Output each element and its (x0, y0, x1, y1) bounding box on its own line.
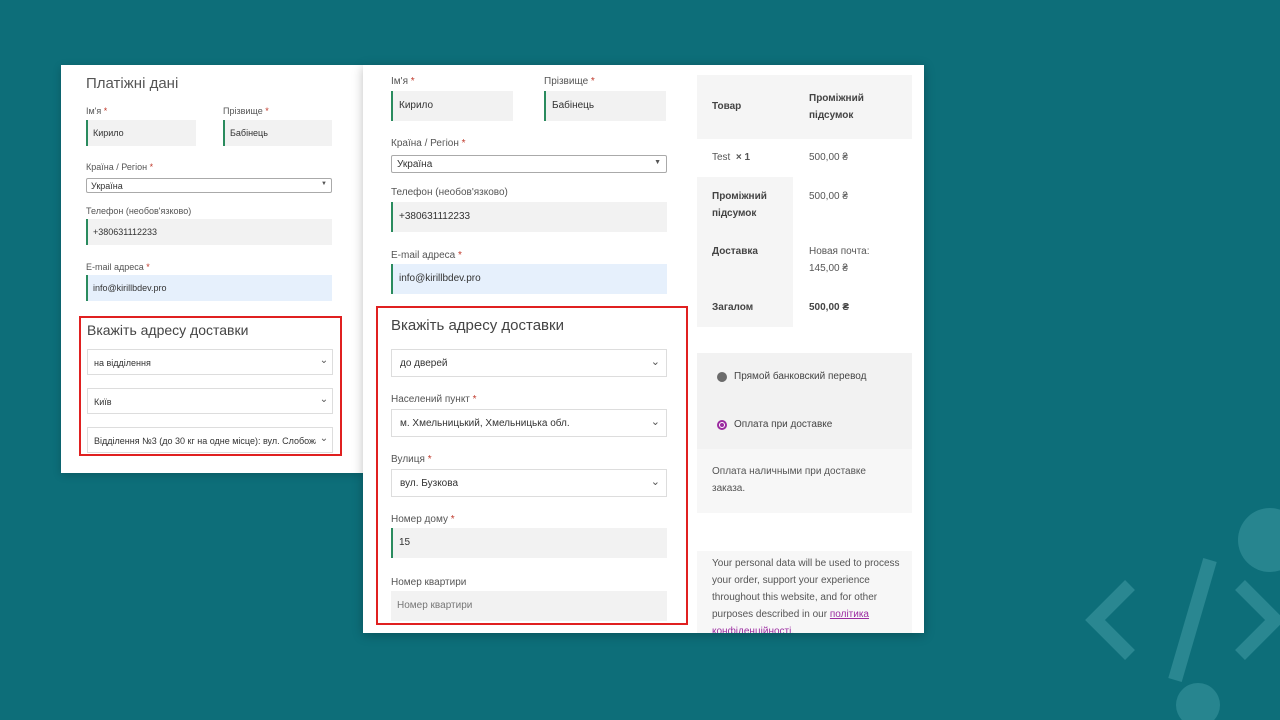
payment-option-cod[interactable]: Оплата при доставке (734, 419, 832, 430)
order-item-row: Test × 1 500,00 ₴ (697, 139, 912, 177)
phone-field[interactable]: +380631112233 (86, 219, 332, 245)
subtotal-value: 500,00 ₴ (809, 191, 848, 202)
caret-down-icon: ▼ (654, 159, 661, 166)
last-name-label: Прізвище * (544, 76, 595, 87)
chevron-down-icon: ⌄ (650, 476, 660, 488)
last-name-label: Прізвище * (223, 106, 269, 116)
delivery-type-select[interactable]: до дверей ⌄ (391, 349, 667, 377)
billing-title: Платіжні дані (86, 75, 179, 92)
code-logo-icon (1085, 508, 1280, 720)
phone-field[interactable]: +380631112233 (391, 202, 667, 232)
apartment-field[interactable]: Номер квартири (391, 591, 667, 621)
first-name-field[interactable]: Кирило (391, 91, 513, 121)
delivery-type-select[interactable]: на відділення ⌄ (87, 349, 333, 375)
item-name: Test × 1 (712, 152, 751, 163)
house-label: Номер дому * (391, 514, 455, 525)
first-name-label: Ім'я * (86, 106, 108, 116)
country-label: Країна / Регіон * (391, 138, 466, 149)
payment-description: Оплата наличными при доставке заказа. (712, 466, 866, 494)
total-value: 500,00 ₴ (809, 302, 850, 313)
payment-description-box: Оплата наличными при доставке заказа. (697, 449, 912, 513)
shipping-label: Доставка (712, 246, 758, 257)
last-name-field[interactable]: Бабінець (544, 91, 666, 121)
email-field[interactable]: info@kirillbdev.pro (391, 264, 667, 294)
phone-label: Телефон (необов'язково) (391, 187, 508, 198)
email-field[interactable]: info@kirillbdev.pro (86, 275, 332, 301)
billing-panel-back: Платіжні дані Ім'я * Кирило Прізвище * Б… (61, 65, 363, 473)
payment-option-bank[interactable]: Прямой банковский перевод (734, 371, 867, 382)
house-number-field[interactable]: 15 (391, 528, 667, 558)
chevron-down-icon: ⌄ (316, 350, 332, 374)
settlement-select[interactable]: м. Хмельницький, Хмельницька обл. ⌄ (391, 409, 667, 437)
country-select[interactable]: Україна ▼ (86, 178, 332, 193)
item-price: 500,00 ₴ (809, 152, 848, 163)
delivery-highlight-box: Вкажіть адресу доставки на відділення ⌄ К… (79, 316, 342, 456)
shipping-value: Новая почта: 145,00 ₴ (809, 246, 870, 274)
city-select[interactable]: Київ ⌄ (87, 388, 333, 414)
col-subtotal: Проміжний підсумок (809, 93, 864, 121)
radio-icon[interactable] (717, 420, 727, 430)
chevron-down-icon: ⌄ (650, 356, 660, 368)
settlement-label: Населений пункт * (391, 394, 477, 405)
last-name-field[interactable]: Бабінець (223, 120, 332, 146)
chevron-down-icon: ⌄ (316, 428, 332, 452)
chevron-down-icon: ⌄ (316, 389, 332, 413)
order-totals: Проміжний підсумок 500,00 ₴ Доставка Нов… (697, 177, 912, 327)
checkout-panel-front: Ім'я * Кирило Прізвище * Бабінець Країна… (363, 65, 924, 633)
chevron-down-icon: ⌄ (650, 416, 660, 428)
phone-label: Телефон (необов'язково) (86, 206, 192, 216)
email-label: E-mail адреса * (86, 262, 150, 272)
delivery-title: Вкажіть адресу доставки (391, 317, 564, 334)
country-select[interactable]: Україна ▼ (391, 155, 667, 173)
radio-icon[interactable] (717, 372, 727, 382)
subtotal-label: Проміжний підсумок (712, 191, 767, 219)
privacy-text: Your personal data will be used to proce… (712, 555, 907, 633)
street-select[interactable]: вул. Бузкова ⌄ (391, 469, 667, 497)
privacy-notice: Your personal data will be used to proce… (697, 551, 912, 633)
payment-methods: Прямой банковский перевод Оплата при дос… (697, 353, 912, 449)
col-product: Товар (712, 101, 742, 112)
apartment-label: Номер квартири (391, 577, 467, 588)
delivery-title: Вкажіть адресу доставки (87, 322, 249, 338)
country-label: Країна / Регіон * (86, 162, 154, 172)
street-label: Вулиця * (391, 454, 432, 465)
email-label: E-mail адреса * (391, 250, 462, 261)
first-name-label: Ім'я * (391, 76, 415, 87)
first-name-field[interactable]: Кирило (86, 120, 196, 146)
caret-down-icon: ▼ (321, 181, 327, 187)
warehouse-select[interactable]: Відділення №3 (до 30 кг на одне місце): … (87, 427, 333, 453)
delivery-highlight-box: Вкажіть адресу доставки до дверей ⌄ Насел… (376, 306, 688, 625)
order-table-header: Товар Проміжний підсумок (697, 75, 912, 139)
total-label: Загалом (712, 302, 754, 313)
